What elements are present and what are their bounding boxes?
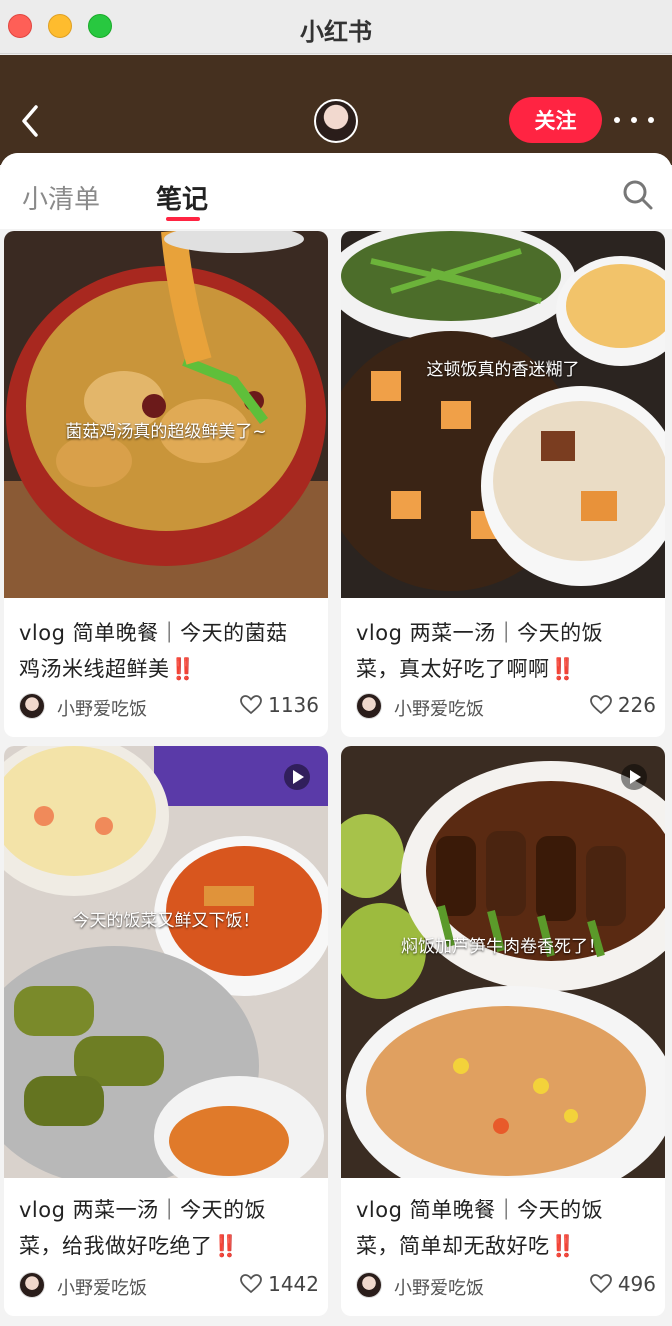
more-options-icon[interactable] <box>614 107 654 133</box>
cover-caption: 今天的饭菜又鲜又下饭！ <box>72 911 260 931</box>
author-name[interactable]: 小野爱吃饭 <box>394 695 484 721</box>
exclamation-emoji: ‼️ <box>549 657 577 681</box>
heart-icon <box>240 1274 262 1294</box>
author-avatar[interactable] <box>19 693 45 719</box>
like-button[interactable]: 496 <box>589 1272 656 1296</box>
profile-header: 关注 <box>0 55 672 165</box>
avatar[interactable] <box>314 99 358 143</box>
window-title: 小红书 <box>300 18 372 46</box>
note-title-line: 菜，给我做好吃绝了 <box>19 1234 213 1258</box>
like-count: 496 <box>617 1272 656 1296</box>
exclamation-emoji: ‼️ <box>212 1234 240 1258</box>
heart-icon <box>589 695 612 715</box>
exclamation-emoji: ‼️ <box>169 657 197 681</box>
heart-icon <box>240 695 262 715</box>
author-avatar[interactable] <box>356 1272 382 1298</box>
tab-bar: 小清单 笔记 <box>0 153 672 229</box>
note-cover-image[interactable]: 菌菇鸡汤真的超级鲜美了~ <box>4 231 328 598</box>
back-button[interactable] <box>18 103 44 139</box>
note-cover-image[interactable]: 这顿饭真的香迷糊了 <box>341 231 665 598</box>
cover-caption: 焖饭加芦笋牛肉卷香死了！ <box>401 937 605 957</box>
note-cover-image[interactable]: 焖饭加芦笋牛肉卷香死了！ <box>341 746 665 1178</box>
note-title: vlog 两菜一汤｜今天的饭 菜，给我做好吃绝了‼️ <box>19 1192 319 1264</box>
author-name[interactable]: 小野爱吃饭 <box>394 1274 484 1300</box>
note-title-line: vlog 简单晚餐｜今天的饭 <box>356 1198 604 1222</box>
note-title: vlog 两菜一汤｜今天的饭 菜，真太好吃了啊啊‼️ <box>356 615 656 687</box>
cover-caption: 菌菇鸡汤真的超级鲜美了~ <box>65 422 267 442</box>
note-card-footer[interactable]: vlog 两菜一汤｜今天的饭 菜，给我做好吃绝了‼️ 小野爱吃饭 1442 <box>4 1178 328 1315</box>
author-avatar[interactable] <box>356 693 382 719</box>
note-cover-image[interactable]: 今天的饭菜又鲜又下饭！ <box>4 746 328 1178</box>
note-meta: 小野爱吃饭 1136 <box>19 693 319 723</box>
heart-icon <box>589 1274 612 1294</box>
chevron-left-icon <box>22 105 38 137</box>
note-title: vlog 简单晚餐｜今天的饭 菜，简单却无敌好吃‼️ <box>356 1192 656 1264</box>
tab-notes[interactable]: 笔记 <box>156 179 208 216</box>
note-card-footer[interactable]: vlog 简单晚餐｜今天的饭 菜，简单却无敌好吃‼️ 小野爱吃饭 496 <box>341 1178 665 1315</box>
like-count: 1136 <box>268 693 319 717</box>
video-play-icon <box>284 764 310 790</box>
note-title-line: 菜，真太好吃了啊啊 <box>356 657 550 681</box>
note-title-line: vlog 两菜一汤｜今天的饭 <box>356 621 604 645</box>
video-play-icon <box>621 764 647 790</box>
like-button[interactable]: 1442 <box>240 1272 319 1296</box>
note-meta: 小野爱吃饭 496 <box>356 1272 656 1302</box>
note-title-line: vlog 简单晚餐｜今天的菌菇 <box>19 621 288 645</box>
note-title-line: 鸡汤米线超鲜美 <box>19 657 170 681</box>
cover-caption: 这顿饭真的香迷糊了 <box>426 360 580 380</box>
exclamation-emoji: ‼️ <box>549 1234 577 1258</box>
note-card[interactable]: 菌菇鸡汤真的超级鲜美了~ vlog 简单晚餐｜今天的菌菇 鸡汤米线超鲜美‼️ 小… <box>4 231 328 737</box>
window-titlebar: 小红书 <box>0 0 672 54</box>
note-title-line: 菜，简单却无敌好吃 <box>356 1234 550 1258</box>
author-name[interactable]: 小野爱吃饭 <box>57 1274 147 1300</box>
content-panel: 小清单 笔记 菌菇鸡汤真的超级鲜美了~ vlog 简单晚餐｜今天的菌菇 鸡汤米线… <box>0 153 672 1326</box>
like-count: 226 <box>617 693 656 717</box>
like-count: 1442 <box>268 1272 319 1296</box>
search-button[interactable] <box>622 179 654 211</box>
active-tab-indicator <box>166 217 200 221</box>
note-title: vlog 简单晚餐｜今天的菌菇 鸡汤米线超鲜美‼️ <box>19 615 319 687</box>
like-button[interactable]: 226 <box>589 693 656 717</box>
author-avatar[interactable] <box>19 1272 45 1298</box>
note-meta: 小野爱吃饭 1442 <box>19 1272 319 1302</box>
search-icon <box>623 180 653 210</box>
tab-list[interactable]: 小清单 <box>22 179 100 216</box>
follow-button[interactable]: 关注 <box>509 97 602 143</box>
note-meta: 小野爱吃饭 226 <box>356 693 656 723</box>
author-name[interactable]: 小野爱吃饭 <box>57 695 147 721</box>
note-title-line: vlog 两菜一汤｜今天的饭 <box>19 1198 267 1222</box>
note-card[interactable]: 这顿饭真的香迷糊了 vlog 两菜一汤｜今天的饭 菜，真太好吃了啊啊‼️ 小野爱… <box>341 231 665 737</box>
like-button[interactable]: 1136 <box>240 693 319 717</box>
